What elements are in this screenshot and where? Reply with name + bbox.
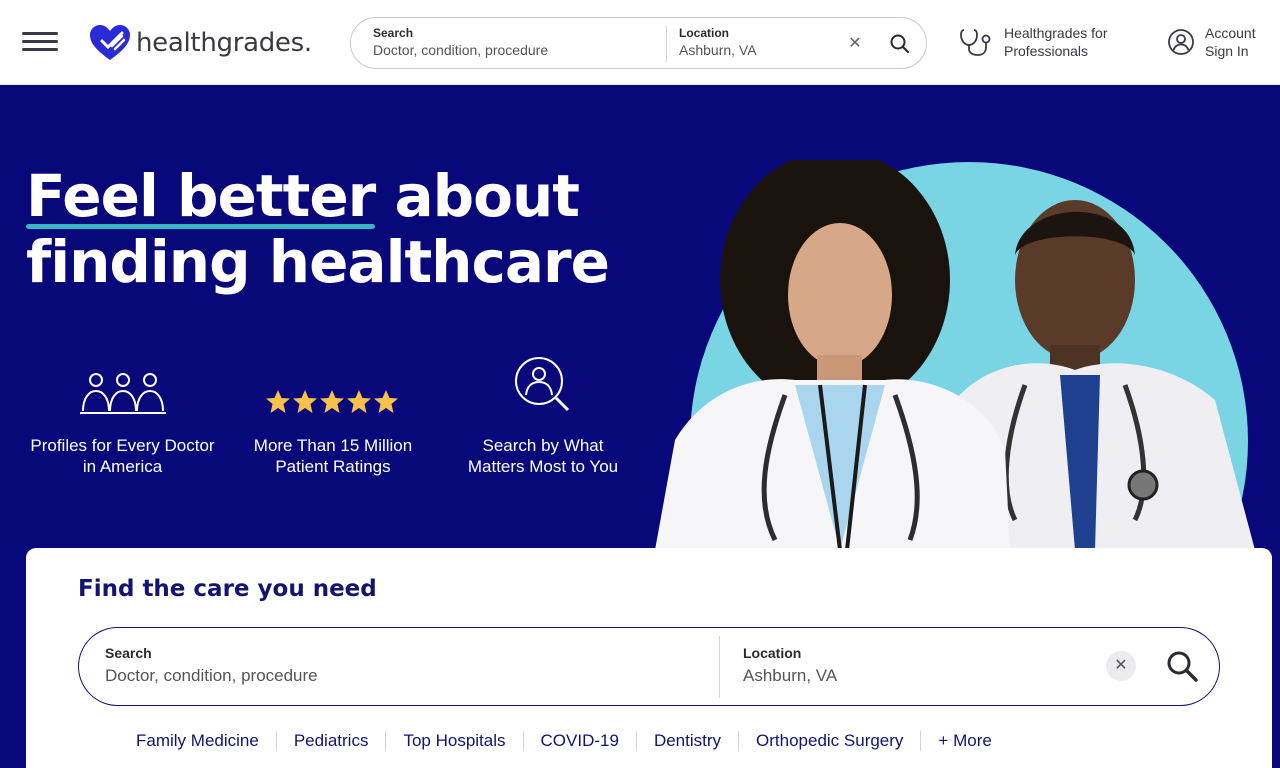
main-location-input[interactable]: Ashburn, VA [743,666,837,686]
clear-location-icon[interactable]: ✕ [843,32,867,56]
search-divider [666,26,667,62]
logo-text: healthgrades. [136,28,312,58]
feature-profiles-line1: Profiles for Every Doctor [30,436,215,455]
feature-search-line2: Matters Most to You [467,457,619,476]
search-label: Search [373,26,414,40]
professionals-line1: Healthgrades for [1004,25,1108,41]
main-search-divider [719,636,720,698]
feature-search: Search by What Matters Most to You [443,355,643,477]
professionals-line2: Professionals [1004,43,1089,59]
hero-title-rest: about [375,162,580,230]
search-input[interactable]: Doctor, condition, procedure [373,42,548,58]
main-location-field[interactable]: Location Ashburn, VA [743,645,837,686]
quick-link-more[interactable]: + More [920,731,1008,751]
header-search-bar: Search Doctor, condition, procedure Loca… [350,17,927,69]
quick-link-covid-19[interactable]: COVID-19 [522,731,636,751]
account-line1: Account [1205,25,1256,41]
doctors-photo [655,160,1255,550]
feature-ratings-line1: More Than 15 Million [253,436,413,455]
quick-link-top-hospitals[interactable]: Top Hospitals [385,731,522,751]
hero-title-line2: finding healthcare [26,228,610,296]
account-icon [1168,29,1194,55]
search-icon[interactable] [887,31,913,57]
quick-link-family-medicine[interactable]: Family Medicine [119,731,276,751]
menu-icon[interactable] [22,32,58,52]
quick-link-pediatrics[interactable]: Pediatrics [275,731,386,751]
quick-links: Family Medicine Pediatrics Top Hospitals… [119,731,1009,751]
site-header: healthgrades. Search Doctor, condition, … [0,0,1280,85]
location-input[interactable]: Ashburn, VA [679,42,757,58]
hero-title-underlined: Feel better [26,162,376,230]
account-line2: Sign In [1205,43,1249,59]
main-search-input[interactable]: Doctor, condition, procedure [105,666,318,686]
quick-link-dentistry[interactable]: Dentistry [635,731,738,751]
hero-title: Feel better about finding healthcare [26,162,610,296]
account-sign-in[interactable]: Account Sign In [1166,24,1256,60]
header-location-field[interactable]: Location Ashburn, VA [679,26,757,58]
find-care-card: Find the care you need Search Doctor, co… [26,548,1272,768]
main-search-icon[interactable] [1164,648,1200,684]
five-stars-icon [266,390,398,413]
main-search-bar: Search Doctor, condition, procedure Loca… [78,627,1220,706]
header-search-field[interactable]: Search Doctor, condition, procedure [373,26,548,58]
search-doctor-icon [515,357,570,412]
doctors-group-icon [79,373,166,414]
location-label: Location [679,26,729,40]
professionals-link[interactable]: Healthgrades for Professionals [958,24,1108,60]
feature-profiles: Profiles for Every Doctor in America [20,355,225,477]
feature-search-line1: Search by What [482,436,604,455]
main-search-field[interactable]: Search Doctor, condition, procedure [105,645,318,686]
feature-ratings-line2: Patient Ratings [275,457,391,476]
feature-ratings: More Than 15 Million Patient Ratings [232,355,434,477]
main-location-label: Location [743,645,802,661]
quick-link-orthopedic-surgery[interactable]: Orthopedic Surgery [738,731,920,751]
stethoscope-icon [960,29,991,56]
main-clear-location-icon[interactable]: ✕ [1106,651,1136,681]
healthgrades-logo[interactable]: healthgrades. [88,24,312,62]
main-search-label: Search [105,645,152,661]
card-title: Find the care you need [78,576,377,602]
heart-logo-icon [90,25,130,60]
feature-profiles-line2: in America [82,457,163,476]
